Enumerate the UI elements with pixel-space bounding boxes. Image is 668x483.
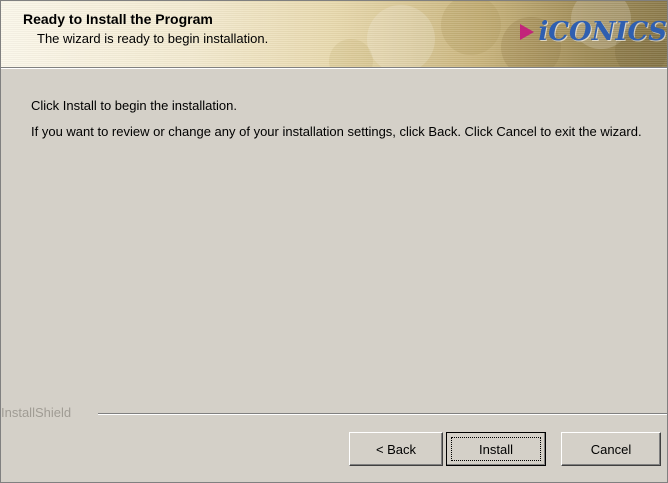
page-title: Ready to Install the Program — [23, 11, 213, 27]
play-triangle-icon — [520, 24, 535, 40]
header-divider — [1, 67, 667, 69]
cancel-button-label: Cancel — [590, 441, 632, 457]
review-settings-text: If you want to review or change any of y… — [31, 124, 642, 139]
footer-divider — [98, 413, 667, 415]
install-button[interactable]: Install — [446, 432, 546, 466]
cancel-button[interactable]: Cancel — [561, 432, 661, 466]
instruction-text: Click Install to begin the installation. — [31, 98, 237, 113]
header-banner: Ready to Install the Program The wizard … — [1, 1, 667, 67]
back-button[interactable]: < Back — [349, 432, 443, 466]
page-subtitle: The wizard is ready to begin installatio… — [37, 31, 269, 46]
iconics-logo: iCONICS — [520, 15, 667, 49]
focus-rectangle — [451, 437, 541, 461]
back-button-label: < Back — [375, 441, 417, 457]
logo-text: iCONICS — [538, 17, 667, 47]
installer-window: Ready to Install the Program The wizard … — [0, 0, 668, 483]
installshield-label: InstallShield — [1, 405, 72, 420]
